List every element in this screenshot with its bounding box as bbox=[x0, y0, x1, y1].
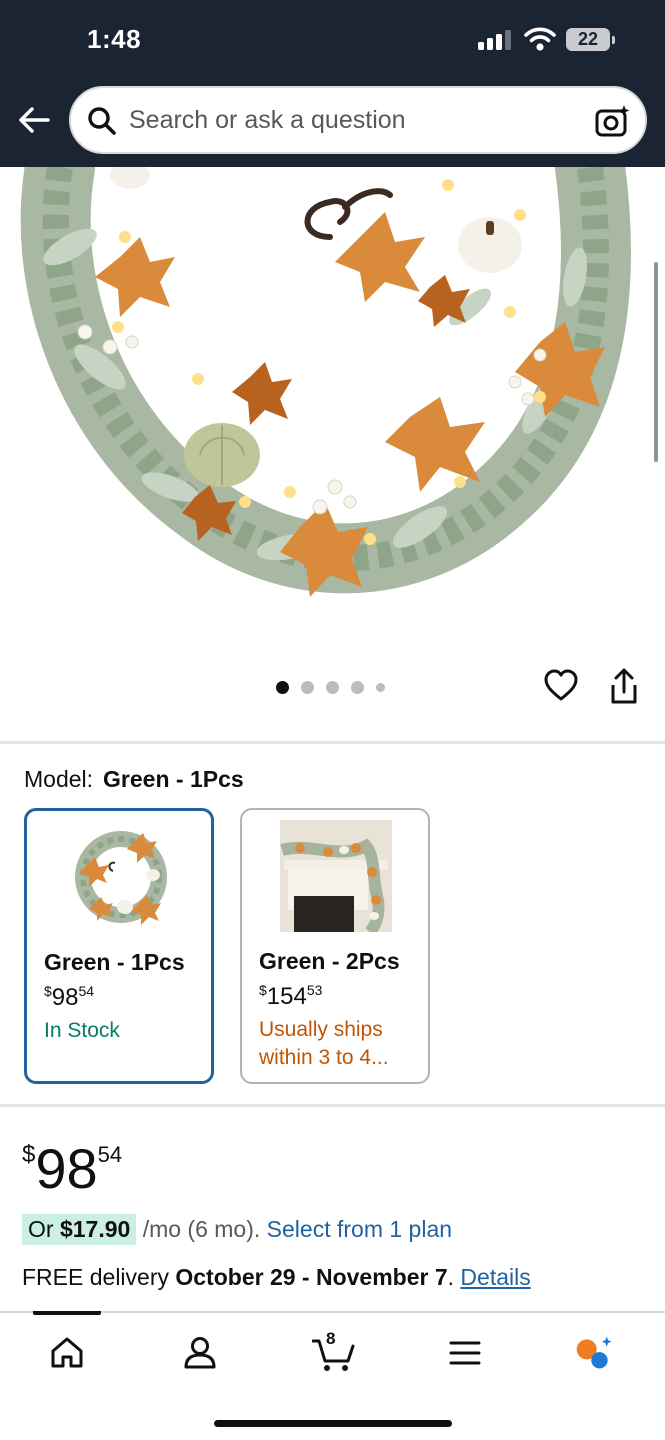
heart-icon[interactable] bbox=[543, 668, 579, 704]
carousel-dot[interactable] bbox=[376, 682, 385, 692]
menu-icon[interactable] bbox=[445, 1333, 485, 1373]
product-image[interactable] bbox=[0, 167, 665, 647]
wifi-icon bbox=[524, 27, 556, 51]
garland-thumbnail bbox=[280, 820, 392, 932]
delivery-dates: October 29 - November 7 bbox=[175, 1264, 448, 1290]
model-option-name: Green - 2Pcs bbox=[259, 948, 400, 974]
select-plan-link[interactable]: Select from 1 plan bbox=[267, 1216, 452, 1242]
model-label-text: Model: bbox=[24, 766, 94, 792]
battery-indicator: 22 bbox=[566, 28, 615, 51]
status-time: 1:48 bbox=[87, 24, 142, 54]
wreath-image bbox=[20, 167, 631, 597]
carousel-dot[interactable] bbox=[276, 680, 289, 694]
shipping-status: Usually ships within 3 to 4... bbox=[259, 1018, 389, 1069]
price-fraction: 54 bbox=[97, 1142, 123, 1167]
delivery-details-link[interactable]: Details bbox=[460, 1264, 530, 1290]
model-option-1pcs[interactable]: Green - 1Pcs $9854 In Stock bbox=[24, 808, 214, 1084]
search-input[interactable] bbox=[129, 102, 569, 138]
wreath-thumbnail bbox=[75, 831, 167, 925]
cart-button[interactable]: 8 bbox=[311, 1329, 356, 1373]
delivery-prefix: FREE delivery bbox=[22, 1264, 176, 1290]
top-bar: 1:48 22 bbox=[0, 0, 665, 167]
delivery-info: FREE delivery October 29 - November 7. D… bbox=[22, 1264, 531, 1291]
price-whole: 98 bbox=[35, 1137, 98, 1200]
monthly-highlight: Or $17.90 bbox=[22, 1214, 137, 1245]
delivery-suffix: . bbox=[447, 1264, 461, 1290]
rufus-icon[interactable] bbox=[574, 1333, 614, 1373]
price-symbol: $ bbox=[259, 982, 267, 998]
price-fraction: 54 bbox=[78, 983, 95, 999]
price-whole: 98 bbox=[51, 984, 79, 1011]
price-whole: 154 bbox=[266, 983, 307, 1010]
price-symbol: $ bbox=[44, 983, 52, 999]
model-option-2pcs[interactable]: Green - 2Pcs $15453 Usually ships within… bbox=[240, 808, 430, 1084]
model-option-price: $9854 bbox=[44, 983, 94, 1012]
cellular-signal-icon bbox=[478, 30, 514, 50]
monthly-suffix: /mo (6 mo). bbox=[136, 1216, 267, 1242]
section-divider bbox=[0, 1104, 665, 1107]
scroll-indicator bbox=[654, 262, 658, 462]
account-icon[interactable] bbox=[180, 1333, 220, 1373]
model-option-name: Green - 1Pcs bbox=[44, 949, 185, 975]
price-fraction: 53 bbox=[306, 982, 323, 998]
monthly-prefix: Or bbox=[28, 1216, 60, 1242]
monthly-amount: $17.90 bbox=[59, 1216, 131, 1242]
home-indicator bbox=[214, 1420, 452, 1427]
share-icon[interactable] bbox=[606, 668, 642, 706]
image-carousel-dots[interactable] bbox=[276, 680, 385, 694]
price-symbol: $ bbox=[22, 1141, 36, 1168]
search-bar[interactable] bbox=[69, 86, 647, 154]
bottom-nav: 8 bbox=[0, 1311, 665, 1440]
model-option-price: $15453 bbox=[259, 982, 322, 1011]
carousel-dot[interactable] bbox=[326, 680, 339, 694]
product-price: $9854 bbox=[22, 1136, 122, 1201]
camera-lens-icon[interactable] bbox=[595, 104, 631, 138]
search-icon bbox=[88, 107, 116, 135]
monthly-payment: Or $17.90 /mo (6 mo). Select from 1 plan bbox=[22, 1214, 452, 1245]
stock-status: In Stock bbox=[44, 1019, 120, 1042]
section-divider bbox=[0, 741, 665, 744]
model-selected-value: Green - 1Pcs bbox=[103, 766, 244, 792]
back-arrow-icon[interactable] bbox=[14, 100, 54, 140]
model-label: Model: Green - 1Pcs bbox=[24, 766, 244, 793]
carousel-dot[interactable] bbox=[301, 680, 314, 694]
home-icon[interactable] bbox=[47, 1333, 87, 1373]
cart-count-badge: 8 bbox=[326, 1329, 336, 1348]
active-tab-indicator bbox=[33, 1311, 101, 1315]
carousel-dot[interactable] bbox=[351, 680, 364, 694]
